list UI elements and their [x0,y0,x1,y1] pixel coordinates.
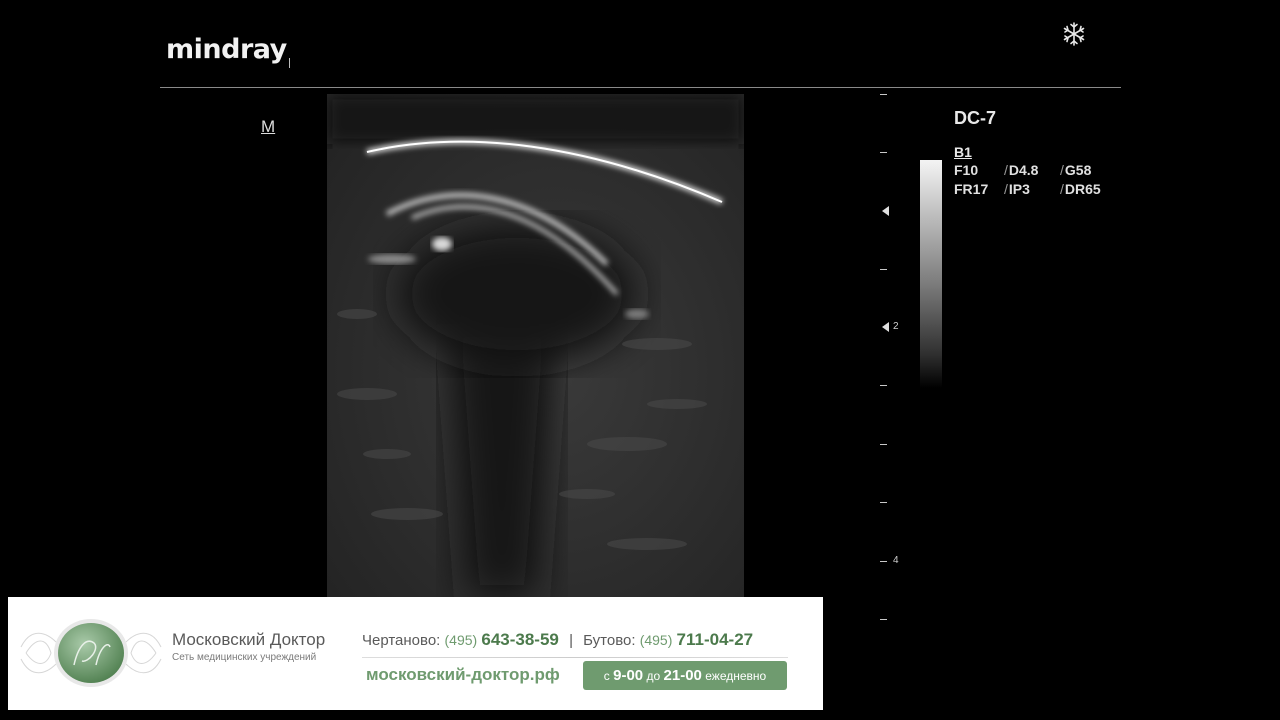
param-frame-rate: FR17 [954,181,989,197]
hours-prefix: с [603,669,610,683]
phone-butovo[interactable]: 711-04-27 [677,630,754,649]
hours-close: 21-00 [663,667,702,684]
clinic-subtitle: Сеть медицинских учреждений [172,652,317,663]
phone-separator: | [569,632,573,649]
hours-suffix: ежедневно [705,669,767,683]
hours-open: 9-00 [613,667,644,684]
depth-tick [880,444,887,445]
logo-divider [289,58,290,68]
imaging-mode: B1 [954,144,972,160]
depth-tick [880,94,887,95]
depth-tick [880,619,887,620]
grayscale-bar [920,160,942,388]
phone-code: (495) [639,632,673,648]
param-dynamic-range: /DR65 [1060,181,1101,197]
param-depth: /D4.8 [1004,162,1039,178]
clinic-website-link[interactable]: московский-доктор.рф [366,665,560,685]
ultrasound-image [327,94,744,598]
focus-marker[interactable] [882,206,889,216]
clinic-name: Московский Доктор [172,630,326,649]
depth-tick [880,152,887,153]
depth-tick [880,502,887,503]
param-gain: /G58 [1060,162,1092,178]
banner-divider [362,657,788,658]
probe-name: DC-7 [954,108,997,128]
depth-label-4: 4 [893,555,899,566]
phone-chertanovo[interactable]: 643-38-59 [481,630,559,649]
depth-scale: 2 4 [874,88,914,628]
depth-tick [880,561,887,562]
param-image-process: /IP3 [1004,181,1030,197]
mindray-logo: mindray [166,34,287,65]
location-chertanovo: Чертаново: [362,632,441,649]
ultrasound-screen: mindray M 2 4 DC-7 B1 F10 /D4.8 /G58 FR1… [0,0,1280,720]
phone-numbers: Чертаново: (495) 643-38-59 | Бутово: (49… [362,630,753,650]
snowflake-icon [1063,22,1085,46]
opening-hours-badge: с 9-00 до 21-00 ежедневно [583,661,787,690]
depth-tick [880,385,887,386]
clinic-emblem-icon [20,619,162,687]
depth-label-2: 2 [893,321,899,332]
focus-marker[interactable] [882,322,889,332]
depth-tick [880,269,887,270]
param-frequency: F10 [954,162,979,178]
phone-code: (495) [444,632,478,648]
header-divider [160,87,1121,88]
clinic-banner: Московский Доктор Сеть медицинских учреж… [8,597,823,710]
image-marker: M [261,117,276,136]
location-butovo: Бутово: [583,632,636,649]
hours-to: до [646,669,661,683]
